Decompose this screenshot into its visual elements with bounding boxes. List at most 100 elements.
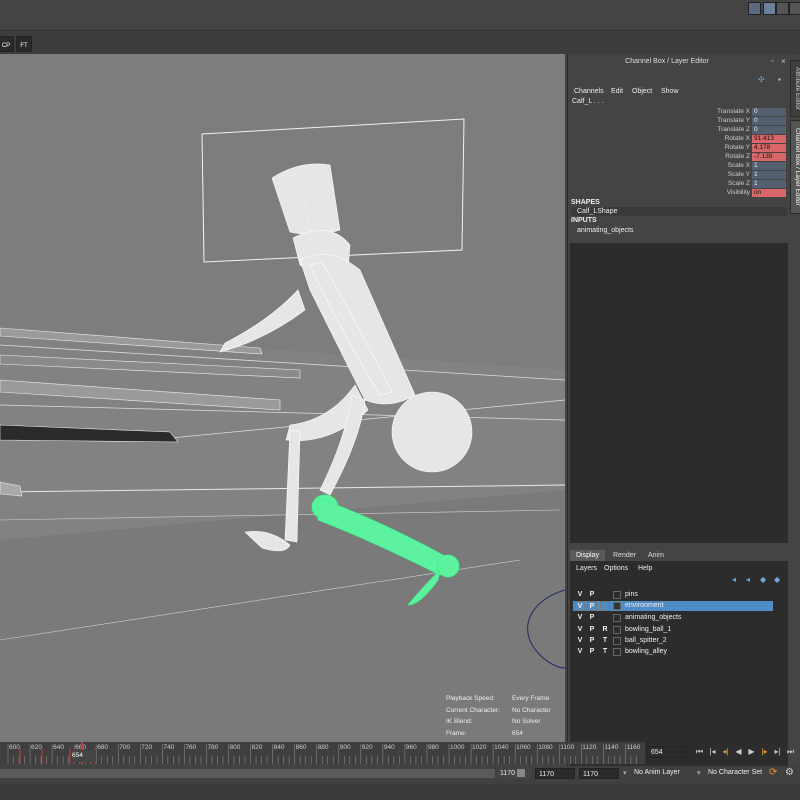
translate-z-field[interactable]: 0 <box>752 126 786 134</box>
command-line[interactable] <box>0 784 800 800</box>
playback-toggle[interactable]: P <box>587 590 597 600</box>
show-menu[interactable]: Show <box>661 88 679 95</box>
input-node-name[interactable]: animating_objects <box>577 227 633 234</box>
play-forwards-icon[interactable]: ▶ <box>746 746 757 757</box>
visibility-toggle[interactable]: V <box>575 601 585 611</box>
layer-name[interactable]: pins <box>625 590 638 600</box>
dropdown-arrow-icon[interactable]: ▾ <box>697 769 701 777</box>
rotate-x-field[interactable]: 91.413 <box>752 135 786 143</box>
attribute-editor-tab[interactable]: Attribute Editor <box>790 60 800 117</box>
float-icon[interactable]: ▫ <box>771 58 779 66</box>
character-set-dropdown[interactable]: No Character Set <box>708 769 762 776</box>
visibility-field[interactable]: on <box>752 189 786 197</box>
tick-label: 1040 <box>494 744 509 751</box>
visibility-toggle[interactable]: V <box>575 590 585 600</box>
visibility-toggle[interactable]: V <box>575 625 585 635</box>
close-icon[interactable]: × <box>781 57 789 66</box>
playback-toggle[interactable]: P <box>587 601 597 611</box>
step-back-key-icon[interactable]: ◂| <box>720 746 731 757</box>
tab-render[interactable]: Render <box>607 550 642 561</box>
rotate-y-field[interactable]: 4.178 <box>752 144 786 152</box>
translate-x-field[interactable]: 0 <box>752 108 786 116</box>
options-menu[interactable]: Options <box>604 565 628 572</box>
layer-color-swatch[interactable] <box>613 602 621 610</box>
playback-toggle[interactable]: P <box>587 613 597 623</box>
shape-name[interactable]: Calf_LShape <box>577 208 617 215</box>
3d-viewport[interactable] <box>0 54 565 742</box>
range-slider[interactable] <box>0 769 495 778</box>
playback-toggle[interactable]: P <box>587 636 597 646</box>
scale-z-field[interactable]: 1 <box>752 180 786 188</box>
scale-y-field[interactable]: 1 <box>752 171 786 179</box>
layer-name[interactable]: ball_spitter_2 <box>625 636 667 646</box>
playback-toggle[interactable]: P <box>587 647 597 657</box>
help-menu[interactable]: Help <box>638 565 652 572</box>
attr-label: Translate Z <box>717 126 750 133</box>
go-to-end-icon[interactable]: ⏭ <box>785 746 796 757</box>
layer-name[interactable]: bowling_alley <box>625 647 667 657</box>
move-layer-up-icon[interactable]: ◂ <box>732 576 740 584</box>
current-frame-field[interactable]: 654 <box>647 746 687 758</box>
status-line <box>0 0 800 30</box>
new-layer-selected-icon[interactable]: ◆ <box>774 576 782 584</box>
translate-y-field[interactable]: 0 <box>752 117 786 125</box>
visibility-toggle[interactable]: V <box>575 613 585 623</box>
object-menu[interactable]: Object <box>632 88 652 95</box>
layer-color-swatch[interactable] <box>613 626 621 634</box>
visibility-toggle[interactable]: V <box>575 636 585 646</box>
tab-anim[interactable]: Anim <box>642 550 670 561</box>
anim-layer-dropdown[interactable]: No Anim Layer <box>634 769 680 776</box>
layer-color-swatch[interactable] <box>613 637 621 645</box>
go-to-start-icon[interactable]: ⏮ <box>694 746 705 757</box>
display-type-toggle[interactable] <box>600 601 610 611</box>
display-type-toggle[interactable]: T <box>600 647 610 657</box>
edit-menu[interactable]: Edit <box>611 88 623 95</box>
layer-color-swatch[interactable] <box>613 614 621 622</box>
layout-icon[interactable] <box>763 2 776 15</box>
dropdown-arrow-icon[interactable]: ▾ <box>623 769 627 777</box>
tab-display[interactable]: Display <box>570 550 605 561</box>
display-type-toggle[interactable] <box>600 590 610 600</box>
display-type-toggle[interactable]: R <box>600 625 610 635</box>
visibility-toggle[interactable]: V <box>575 647 585 657</box>
layer-row[interactable]: V P R bowling_ball_1 <box>573 625 773 635</box>
play-backwards-icon[interactable]: ◀ <box>733 746 744 757</box>
channel-box-tab[interactable]: Channel Box / Layer Editor <box>790 120 800 214</box>
rotate-z-field[interactable]: -7.139 <box>752 153 786 161</box>
step-forward-frame-icon[interactable]: ▸| <box>772 746 783 757</box>
layer-row[interactable]: V P T ball_spitter_2 <box>573 636 773 646</box>
selected-object-name[interactable]: Calf_L . . . <box>572 98 604 105</box>
range-handle[interactable] <box>517 769 525 777</box>
hud-row: Frame: 654 <box>446 730 561 742</box>
layer-name[interactable]: bowling_ball_1 <box>625 625 671 635</box>
outliner-icon[interactable] <box>776 2 789 15</box>
step-forward-key-icon[interactable]: |▸ <box>759 746 770 757</box>
scale-x-field[interactable]: 1 <box>752 162 786 170</box>
preferences-icon[interactable]: ⚙ <box>785 767 794 778</box>
channels-menu[interactable]: Channels <box>574 88 604 95</box>
layer-color-swatch[interactable] <box>613 591 621 599</box>
layer-row[interactable]: V P environment <box>573 601 773 611</box>
panel-icon[interactable] <box>748 2 761 15</box>
playback-end-field[interactable]: 1170 <box>579 768 619 779</box>
animation-end-field[interactable]: 1170 <box>535 768 575 779</box>
display-type-toggle[interactable] <box>600 613 610 623</box>
channel-box-toggle-icon[interactable] <box>789 2 800 15</box>
layer-row[interactable]: V P pins <box>573 590 773 600</box>
toggle-icon[interactable]: ▪ <box>778 75 786 84</box>
new-layer-icon[interactable]: ◆ <box>760 576 768 584</box>
layer-name[interactable]: environment <box>625 601 664 611</box>
step-back-frame-icon[interactable]: |◂ <box>707 746 718 757</box>
range-end-field[interactable]: 1170 <box>497 768 531 779</box>
layer-row[interactable]: V P T bowling_alley <box>573 647 773 657</box>
move-layer-down-icon[interactable]: ◂ <box>746 576 754 584</box>
playback-toggle[interactable]: P <box>587 625 597 635</box>
layer-row[interactable]: V P animating_objects <box>573 613 773 623</box>
layer-name[interactable]: animating_objects <box>625 613 681 623</box>
layers-menu[interactable]: Layers <box>576 565 597 572</box>
display-type-toggle[interactable]: T <box>600 636 610 646</box>
layer-color-swatch[interactable] <box>613 648 621 656</box>
auto-key-icon[interactable]: ⟳ <box>769 767 777 778</box>
ft-shelf-button[interactable]: FT <box>16 36 32 52</box>
cp-shelf-button[interactable]: CP <box>0 36 14 52</box>
